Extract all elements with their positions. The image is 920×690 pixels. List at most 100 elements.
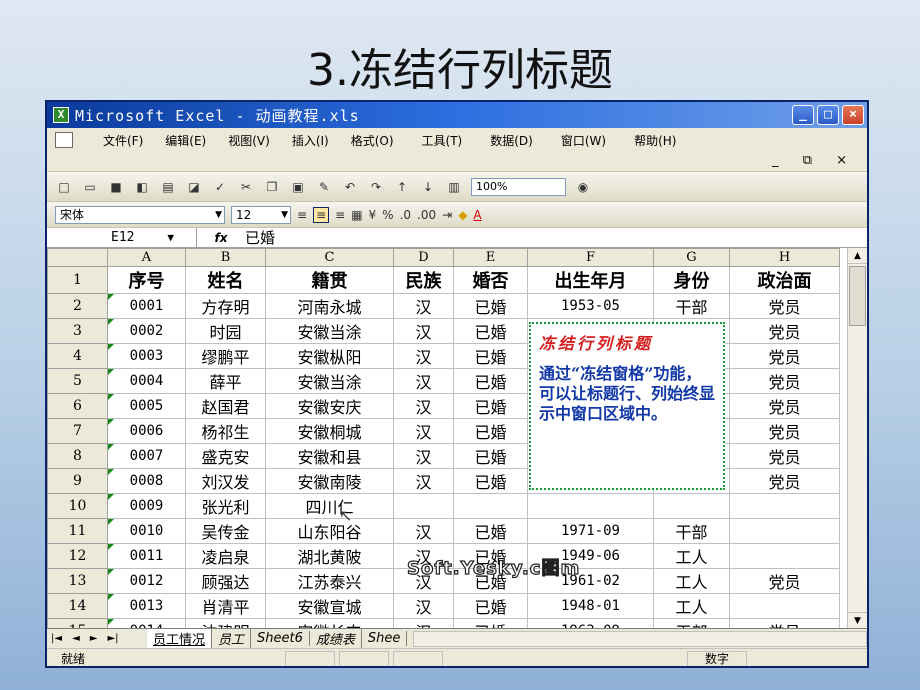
percent-icon[interactable]: % — [382, 208, 393, 222]
redo-icon[interactable]: ↷ — [367, 179, 385, 195]
table-cell[interactable]: 0003 — [107, 343, 186, 369]
table-cell[interactable]: 政治面 — [729, 266, 840, 294]
table-cell[interactable] — [729, 543, 840, 569]
row-header[interactable]: 13 — [47, 568, 108, 594]
table-cell[interactable]: 0008 — [107, 468, 186, 494]
close-button[interactable]: × — [842, 105, 864, 125]
table-cell[interactable]: 0012 — [107, 568, 186, 594]
table-cell[interactable]: 0007 — [107, 443, 186, 469]
vertical-scrollbar[interactable]: ▲ ▼ — [847, 248, 867, 628]
table-cell[interactable]: 已婚 — [453, 593, 528, 619]
row-header[interactable]: 10 — [47, 493, 108, 519]
row-header[interactable]: 9 — [47, 468, 108, 494]
table-cell[interactable]: 干部 — [653, 293, 730, 319]
table-cell[interactable]: 汉 — [393, 418, 454, 444]
undo-icon[interactable]: ↶ — [341, 179, 359, 195]
row-header[interactable]: 14 — [47, 593, 108, 619]
table-cell[interactable]: 汉 — [393, 368, 454, 394]
table-cell[interactable]: 安徽桐城 — [265, 418, 394, 444]
table-cell[interactable]: 杨祁生 — [185, 418, 266, 444]
table-cell[interactable]: 汉 — [393, 293, 454, 319]
table-cell[interactable]: 1948-01 — [527, 593, 654, 619]
function-icon[interactable]: fx — [197, 231, 245, 245]
table-cell[interactable]: 党员 — [729, 418, 840, 444]
row-header[interactable]: 1 — [47, 266, 108, 294]
menu-window[interactable]: 窗口(W) — [561, 132, 606, 149]
table-cell[interactable]: 肖清平 — [185, 593, 266, 619]
menu-format[interactable]: 格式(O) — [351, 132, 394, 149]
table-cell[interactable]: 凌启泉 — [185, 543, 266, 569]
table-cell[interactable]: 0011 — [107, 543, 186, 569]
table-cell[interactable]: 已婚 — [453, 418, 528, 444]
row-header[interactable]: 6 — [47, 393, 108, 419]
align-right-icon[interactable]: ≡ — [335, 208, 345, 222]
table-cell[interactable] — [453, 493, 528, 519]
next-tab-icon[interactable]: ► — [90, 633, 98, 644]
row-header[interactable]: 3 — [47, 318, 108, 344]
scroll-up-icon[interactable]: ▲ — [848, 248, 867, 264]
zoom-select[interactable]: 100% — [471, 177, 566, 196]
table-cell[interactable]: 0006 — [107, 418, 186, 444]
table-cell[interactable] — [527, 493, 654, 519]
formula-input[interactable]: 已婚 — [245, 227, 275, 248]
table-cell[interactable]: 序号 — [107, 266, 186, 294]
column-header[interactable]: A — [107, 248, 186, 267]
table-cell[interactable]: 身份 — [653, 266, 730, 294]
print-preview-icon[interactable]: ◪ — [185, 179, 203, 195]
table-cell[interactable] — [393, 493, 454, 519]
print-icon[interactable]: ▤ — [159, 179, 177, 195]
sort-ascending-icon[interactable]: ↑ — [393, 179, 411, 195]
table-cell[interactable]: 汉 — [393, 343, 454, 369]
table-cell[interactable]: 0001 — [107, 293, 186, 319]
table-cell[interactable]: 已婚 — [453, 468, 528, 494]
table-cell[interactable]: 安徽和县 — [265, 443, 394, 469]
table-cell[interactable]: 已婚 — [453, 343, 528, 369]
table-cell[interactable]: 方存明 — [185, 293, 266, 319]
table-cell[interactable]: 顾强达 — [185, 568, 266, 594]
chart-wizard-icon[interactable]: ▥ — [445, 179, 463, 195]
table-cell[interactable]: 江苏泰兴 — [265, 568, 394, 594]
table-cell[interactable]: 薛平 — [185, 368, 266, 394]
currency-icon[interactable]: ¥ — [369, 208, 377, 222]
table-cell[interactable]: 已婚 — [453, 443, 528, 469]
table-cell[interactable]: 1963-09 — [527, 618, 654, 628]
format-painter-icon[interactable]: ✎ — [315, 179, 333, 195]
new-icon[interactable]: □ — [55, 179, 73, 195]
scroll-down-icon[interactable]: ▼ — [848, 612, 867, 628]
table-cell[interactable]: 党员 — [729, 618, 840, 628]
name-box[interactable]: E12 ▼ — [47, 227, 197, 248]
tab-sheet-2[interactable]: Sheet6 — [251, 631, 310, 646]
minimize-button[interactable]: _ — [792, 105, 814, 125]
tab-navigation[interactable]: |◄ ◄ ► ►| — [47, 633, 147, 644]
column-header[interactable]: D — [393, 248, 454, 267]
permission-icon[interactable]: ◧ — [133, 179, 151, 195]
table-cell[interactable]: 汉 — [393, 468, 454, 494]
table-cell[interactable] — [729, 593, 840, 619]
table-cell[interactable]: 已婚 — [453, 368, 528, 394]
table-cell[interactable]: 缪鹏平 — [185, 343, 266, 369]
tab-sheet-4[interactable]: Shee — [362, 631, 408, 646]
table-cell[interactable]: 山东阳谷 — [265, 518, 394, 544]
table-cell[interactable]: 党员 — [729, 568, 840, 594]
row-header[interactable]: 4 — [47, 343, 108, 369]
prev-tab-icon[interactable]: ◄ — [72, 633, 80, 644]
menu-view[interactable]: 视图(V) — [228, 132, 270, 149]
table-cell[interactable]: 吴传金 — [185, 518, 266, 544]
row-header[interactable]: 12 — [47, 543, 108, 569]
table-cell[interactable]: 0009 — [107, 493, 186, 519]
table-cell[interactable]: 0002 — [107, 318, 186, 344]
table-cell[interactable]: 安徽南陵 — [265, 468, 394, 494]
table-cell[interactable]: 1953-05 — [527, 293, 654, 319]
table-cell[interactable]: 工人 — [653, 543, 730, 569]
table-cell[interactable]: 干部 — [653, 618, 730, 628]
column-header[interactable]: F — [527, 248, 654, 267]
column-header[interactable]: C — [265, 248, 394, 267]
menu-file[interactable]: 文件(F) — [103, 132, 143, 149]
table-cell[interactable] — [729, 518, 840, 544]
table-cell[interactable]: 0013 — [107, 593, 186, 619]
table-cell[interactable]: 四川仁 — [265, 493, 394, 519]
table-cell[interactable]: 籍贯 — [265, 266, 394, 294]
table-cell[interactable] — [653, 493, 730, 519]
spelling-icon[interactable]: ✓ — [211, 179, 229, 195]
copy-icon[interactable]: ❐ — [263, 179, 281, 195]
